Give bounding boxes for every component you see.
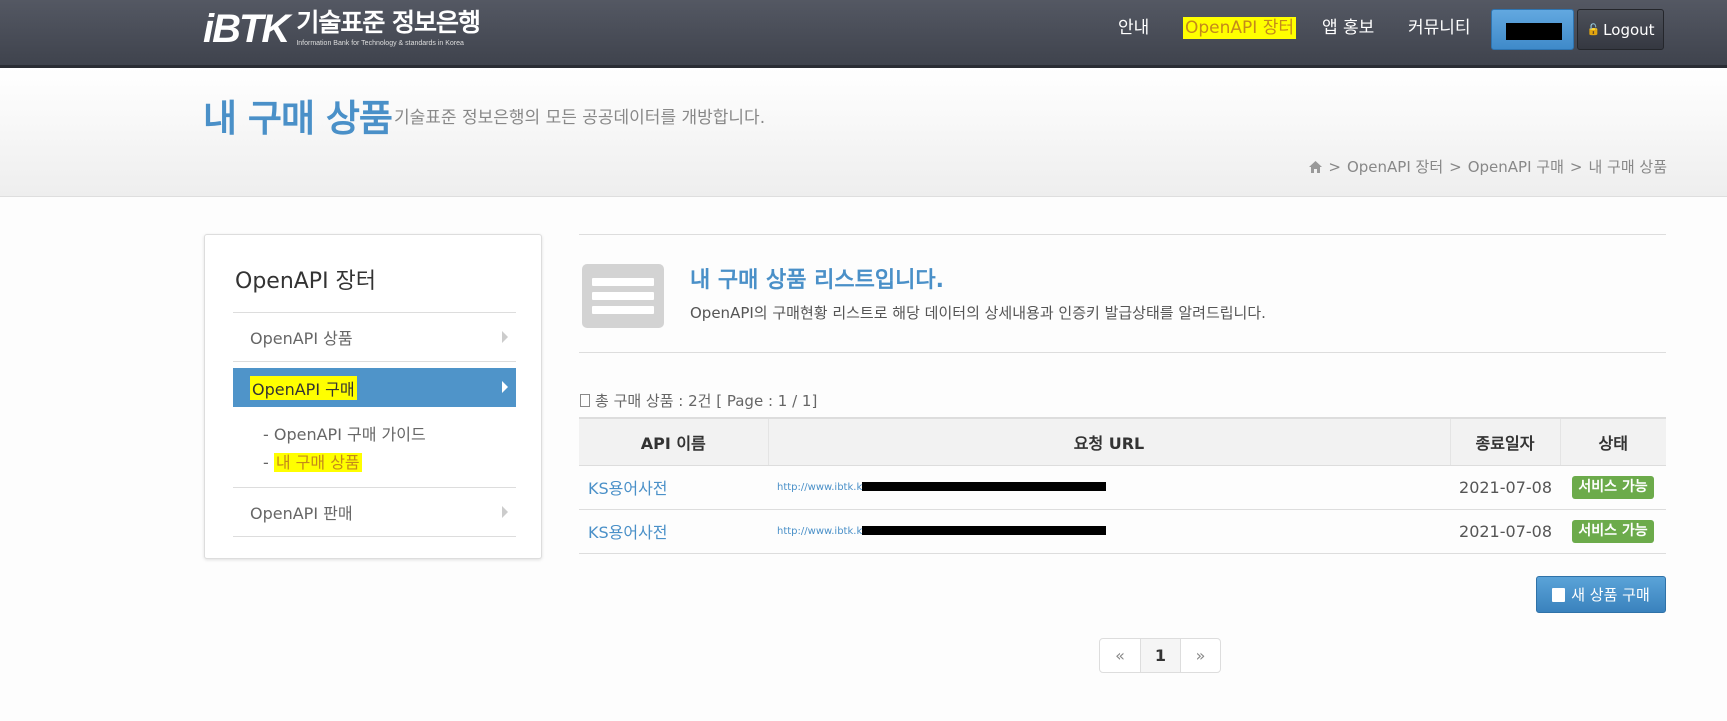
nav-openapi-market[interactable]: OpenAPI 장터 — [1183, 17, 1296, 39]
breadcrumb-separator: > — [1569, 157, 1583, 176]
document-icon — [580, 394, 590, 407]
pagination-next[interactable]: » — [1180, 639, 1220, 672]
chevron-right-icon — [502, 381, 508, 393]
logout-label: Logout — [1603, 20, 1655, 39]
status-badge: 서비스 가능 — [1572, 475, 1654, 499]
sidebar-subitem-purchase-guide[interactable]: - OpenAPI 구매 가이드 — [263, 421, 426, 445]
sidebar-item-openapi-sale[interactable]: OpenAPI 판매 — [233, 488, 516, 536]
status-cell: 서비스 가능 — [1560, 509, 1666, 554]
chevron-right-icon — [502, 331, 508, 343]
sidebar-title: OpenAPI 장터 — [235, 269, 377, 294]
breadcrumb-separator: > — [1449, 157, 1462, 176]
logo-subtitle: Information Bank for Technology & standa… — [296, 40, 464, 47]
url-text: http://www.ibtk.k — [777, 481, 863, 493]
divider — [233, 536, 516, 537]
sidebar-item-label: OpenAPI 판매 — [250, 504, 353, 523]
summary-text: 총 구매 상품 : 2건 [ Page : 1 / 1] — [595, 392, 818, 410]
column-header-end-date: 종료일자 — [1449, 417, 1560, 466]
sidebar-subitem-label: OpenAPI 구매 가이드 — [273, 425, 426, 444]
divider — [579, 234, 1666, 235]
breadcrumb-separator: > — [1328, 157, 1341, 176]
column-header-status: 상태 — [1559, 417, 1666, 466]
redacted-url — [862, 526, 1107, 535]
url-text: http://www.ibtk.k — [777, 525, 863, 537]
column-header-url: 요청 URL — [767, 417, 1450, 466]
nav-app-promo[interactable]: 앱 홍보 — [1322, 17, 1374, 39]
sidebar-item-openapi-products[interactable]: OpenAPI 상품 — [233, 313, 516, 361]
logout-button[interactable]: 🔓 Logout — [1577, 9, 1664, 50]
copy-icon — [1552, 587, 1566, 602]
purchase-summary: 총 구매 상품 : 2건 [ Page : 1 / 1] — [580, 390, 817, 411]
nav-community[interactable]: 커뮤니티 — [1408, 17, 1471, 39]
divider — [233, 361, 516, 362]
logo-text: 기술표준 정보은행 Information Bank for Technolog… — [296, 7, 481, 48]
logo-mark: iBTK — [203, 7, 290, 51]
intro-description: OpenAPI의 구매현황 리스트로 해당 데이터의 상세내용과 인증키 발급상… — [690, 304, 1266, 322]
sidebar-subitem-label: 내 구매 상품 — [273, 453, 362, 472]
api-name-link[interactable]: KS용어사전 — [579, 509, 768, 554]
new-purchase-button[interactable]: 새 상품 구매 — [1536, 576, 1666, 613]
home-icon[interactable] — [1309, 160, 1323, 173]
sidebar-subitem-my-products[interactable]: - 내 구매 상품 — [263, 449, 362, 473]
breadcrumb-item-my-products: 내 구매 상품 — [1588, 158, 1667, 176]
redacted-username — [1506, 23, 1562, 40]
sidebar-item-label: OpenAPI 상품 — [250, 329, 353, 348]
sidebar-item-openapi-purchase[interactable]: OpenAPI 구매 — [233, 368, 516, 407]
request-url: http://www.ibtk.k — [768, 465, 1450, 510]
sidebar: OpenAPI 장터 OpenAPI 상품 OpenAPI 구매 - OpenA… — [204, 234, 542, 559]
end-date: 2021-07-08 — [1450, 509, 1560, 554]
breadcrumb-item-purchase[interactable]: OpenAPI 구매 — [1468, 156, 1564, 177]
list-icon — [582, 264, 664, 328]
nav-guide[interactable]: 안내 — [1118, 17, 1149, 39]
redacted-url — [862, 482, 1107, 491]
divider — [579, 352, 1666, 353]
new-purchase-label: 새 상품 구매 — [1571, 586, 1650, 604]
sidebar-item-label: OpenAPI 구매 — [250, 375, 357, 400]
pagination-page[interactable]: 1 — [1140, 639, 1180, 672]
site-logo[interactable]: iBTK 기술표준 정보은행 Information Bank for Tech… — [203, 7, 481, 53]
table-row: KS용어사전 http://www.ibtk.k 2021-07-08 서비스 … — [579, 509, 1666, 554]
breadcrumb: > OpenAPI 장터 > OpenAPI 구매 > 내 구매 상품 — [1309, 156, 1667, 177]
intro-title: 내 구매 상품 리스트입니다. — [690, 268, 944, 293]
purchase-table: API 이름 요청 URL 종료일자 상태 KS용어사전 http://www.… — [579, 417, 1666, 554]
table-header-row: API 이름 요청 URL 종료일자 상태 — [579, 417, 1666, 466]
pagination: « 1 » — [1099, 638, 1221, 673]
status-cell: 서비스 가능 — [1560, 465, 1666, 510]
top-header: iBTK 기술표준 정보은행 Information Bank for Tech… — [0, 0, 1727, 68]
logo-title: 기술표준 정보은행 — [296, 8, 481, 37]
breadcrumb-item-market[interactable]: OpenAPI 장터 — [1347, 156, 1443, 177]
lock-icon: 🔓 — [1586, 23, 1601, 36]
table-row: KS용어사전 http://www.ibtk.k 2021-07-08 서비스 … — [579, 465, 1666, 510]
column-header-api-name: API 이름 — [579, 417, 768, 466]
status-badge: 서비스 가능 — [1572, 519, 1654, 543]
chevron-right-icon — [502, 506, 508, 518]
end-date: 2021-07-08 — [1450, 465, 1560, 510]
page-subtitle: 기술표준 정보은행의 모든 공공데이터를 개방합니다. — [394, 108, 766, 128]
page-title: 내 구매 상품 — [203, 97, 393, 140]
pagination-prev[interactable]: « — [1100, 639, 1140, 672]
user-button[interactable] — [1491, 9, 1574, 50]
api-name-link[interactable]: KS용어사전 — [579, 465, 768, 510]
request-url: http://www.ibtk.k — [768, 509, 1450, 554]
